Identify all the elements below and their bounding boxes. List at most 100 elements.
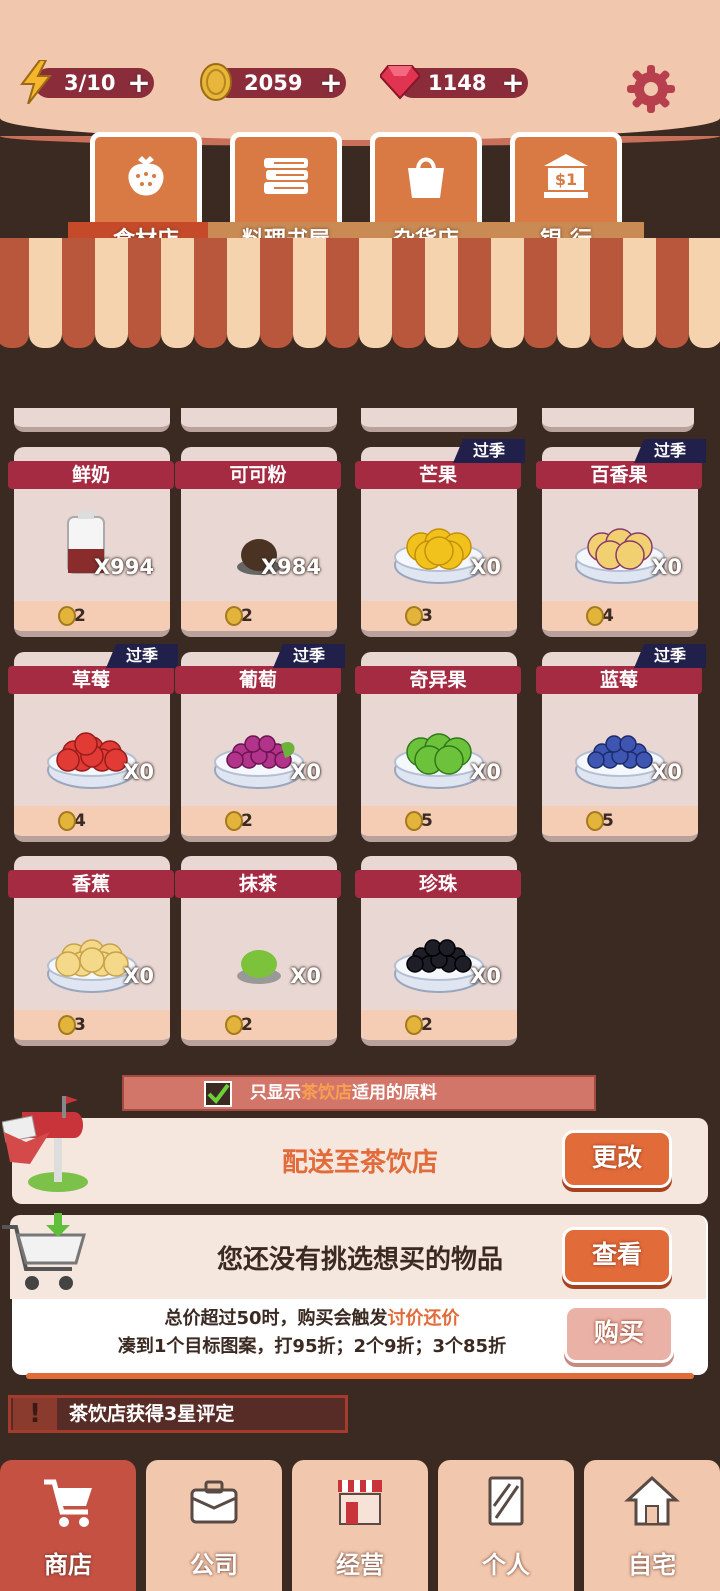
bargain-prefix: 总价超过50时，购买会触发 bbox=[164, 1308, 388, 1329]
off-season-badge: 过季 bbox=[634, 644, 706, 668]
ingredient-card[interactable]: 百香果 过季 X0 4 bbox=[536, 439, 706, 637]
awning-stripe bbox=[524, 238, 557, 348]
bargain-line-1: 总价超过50时，购买会触发讨价还价 bbox=[72, 1305, 552, 1333]
nav-label: 商店 bbox=[44, 1551, 92, 1579]
ingredient-name: 抹茶 bbox=[175, 870, 341, 898]
add-coins-button[interactable]: + bbox=[314, 66, 348, 100]
nav-shop[interactable]: 商店 bbox=[0, 1460, 136, 1591]
coin-icon bbox=[586, 811, 604, 831]
ingredient-name: 百香果 bbox=[536, 461, 702, 489]
ingredient-card[interactable]: 香蕉 X0 3 bbox=[8, 856, 174, 1046]
checkmark-icon bbox=[207, 1083, 230, 1105]
bargain-highlight: 讨价还价 bbox=[387, 1308, 460, 1329]
coin-icon bbox=[194, 60, 238, 104]
ingredient-price: 2 bbox=[181, 601, 337, 631]
coin-icon bbox=[405, 1015, 423, 1035]
ingredient-quantity: X0 bbox=[470, 964, 501, 988]
off-season-badge: 过季 bbox=[106, 644, 178, 668]
ingredient-card[interactable]: 蓝莓 过季 X0 5 bbox=[536, 644, 706, 842]
add-energy-button[interactable]: + bbox=[122, 66, 156, 100]
ingredient-price: 4 bbox=[14, 806, 170, 836]
cart-panel: 您还没有挑选想买的物品 查看 总价超过50时，购买会触发讨价还价 凑到1个目标图… bbox=[2, 1213, 708, 1379]
nav-operations[interactable]: 经营 bbox=[292, 1460, 428, 1591]
awning-stripe bbox=[326, 238, 359, 348]
storefront-icon bbox=[332, 1474, 388, 1530]
filter-highlight: 茶饮店 bbox=[301, 1083, 352, 1103]
awning-stripe bbox=[359, 238, 392, 348]
ingredient-card[interactable]: 抹茶 X0 2 bbox=[175, 856, 341, 1046]
off-season-badge: 过季 bbox=[453, 439, 525, 463]
ingredient-quantity: X0 bbox=[651, 760, 682, 784]
ingredient-quantity: X0 bbox=[123, 964, 154, 988]
top-bar: 3/10 + 2059 + 1148 + bbox=[0, 0, 720, 146]
awning-stripe bbox=[458, 238, 491, 348]
coin-icon bbox=[225, 1015, 243, 1035]
view-button[interactable]: 查看 bbox=[562, 1227, 672, 1285]
notebook-icon bbox=[478, 1474, 534, 1530]
nav-home[interactable]: 自宅 bbox=[584, 1460, 720, 1591]
coin-icon bbox=[58, 1015, 76, 1035]
shop-awning bbox=[0, 238, 720, 348]
notice-banner: ! 茶饮店获得3星评定 bbox=[8, 1395, 348, 1433]
awning-stripe bbox=[689, 238, 720, 348]
bank-icon: $1 bbox=[540, 150, 592, 202]
energy-value: 3/10 bbox=[64, 71, 116, 95]
awning-stripe bbox=[29, 238, 62, 348]
ingredient-price: 4 bbox=[542, 601, 698, 631]
coin-icon bbox=[58, 811, 76, 831]
coin-counter: 2059 + bbox=[200, 63, 348, 101]
ingredient-card[interactable]: 葡萄 过季 X0 2 bbox=[175, 644, 345, 842]
delivery-panel: 配送至茶饮店 更改 bbox=[1, 1096, 708, 1204]
awning-stripe bbox=[293, 238, 326, 348]
nav-label: 经营 bbox=[336, 1551, 384, 1579]
settings-gear-icon[interactable] bbox=[624, 62, 678, 116]
nav-company[interactable]: 公司 bbox=[146, 1460, 282, 1591]
filter-prefix: 只显示 bbox=[250, 1083, 301, 1103]
awning-stripe bbox=[194, 238, 227, 348]
books-icon bbox=[260, 150, 312, 202]
awning-stripe bbox=[623, 238, 656, 348]
ingredient-card[interactable]: 奇异果 X0 5 bbox=[355, 652, 521, 842]
coin-icon bbox=[225, 606, 243, 626]
bottom-nav: 商店 公司 经营 个人 自宅 bbox=[0, 1460, 720, 1591]
ingredient-name: 可可粉 bbox=[175, 461, 341, 489]
ingredient-name: 珍珠 bbox=[355, 870, 521, 898]
ingredient-quantity: X0 bbox=[651, 555, 682, 579]
ruby-icon bbox=[378, 60, 422, 104]
awning-stripe bbox=[425, 238, 458, 348]
off-season-badge: 过季 bbox=[273, 644, 345, 668]
buy-button[interactable]: 购买 bbox=[564, 1305, 674, 1363]
awning-stripe bbox=[656, 238, 689, 348]
awning-stripe bbox=[557, 238, 590, 348]
nav-personal[interactable]: 个人 bbox=[438, 1460, 574, 1591]
filter-checkbox[interactable] bbox=[204, 1081, 232, 1107]
coin-icon bbox=[405, 606, 423, 626]
ingredient-quantity: X0 bbox=[470, 555, 501, 579]
ingredient-card[interactable]: 珍珠 X0 2 bbox=[355, 856, 521, 1046]
ingredient-quantity: X0 bbox=[470, 760, 501, 784]
awning-stripe bbox=[128, 238, 161, 348]
awning-stripe bbox=[491, 238, 524, 348]
ingredient-name: 蓝莓 bbox=[536, 666, 702, 694]
ingredient-quantity: X984 bbox=[260, 555, 321, 579]
ingredient-name: 葡萄 bbox=[175, 666, 341, 694]
ingredient-card[interactable]: 鲜奶 X994 2 bbox=[8, 447, 174, 637]
filter-bar[interactable]: 只显示茶饮店适用的原料 bbox=[122, 1075, 596, 1111]
ingredient-price: 5 bbox=[542, 806, 698, 836]
bargain-info: 总价超过50时，购买会触发讨价还价 凑到1个目标图案，打95折；2个9折；3个8… bbox=[72, 1305, 552, 1361]
change-button[interactable]: 更改 bbox=[562, 1130, 672, 1188]
ingredient-name: 草莓 bbox=[8, 666, 174, 694]
ingredient-card[interactable]: 芒果 过季 X0 3 bbox=[355, 439, 525, 637]
filter-suffix: 适用的原料 bbox=[352, 1083, 437, 1103]
awning-stripe bbox=[260, 238, 293, 348]
strawberry-icon bbox=[120, 150, 172, 202]
add-gems-button[interactable]: + bbox=[496, 66, 530, 100]
ingredient-price: 3 bbox=[14, 1010, 170, 1040]
ingredient-card[interactable]: 草莓 过季 X0 4 bbox=[8, 644, 178, 842]
off-season-badge: 过季 bbox=[634, 439, 706, 463]
ingredient-quantity: X994 bbox=[93, 555, 154, 579]
gem-value: 1148 bbox=[428, 71, 487, 95]
awning-stripe bbox=[392, 238, 425, 348]
cart-icon bbox=[40, 1474, 96, 1530]
ingredient-card[interactable]: 可可粉 X984 2 bbox=[175, 447, 341, 637]
